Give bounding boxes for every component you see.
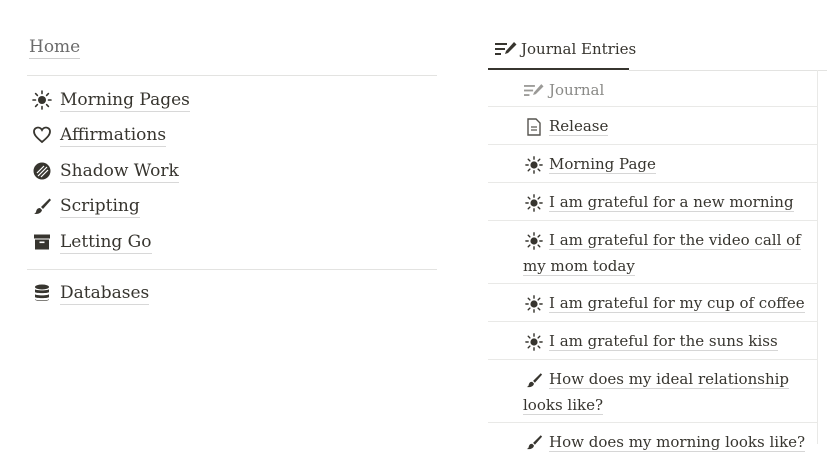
row-title: How does my ideal relationship looks lik… — [523, 370, 790, 415]
column-divider — [817, 70, 818, 444]
nav-item-label: Letting Go — [60, 231, 152, 254]
nav-item-label: Databases — [60, 282, 150, 305]
table-row[interactable]: I am grateful for my cup of coffee — [488, 284, 817, 322]
sun-icon — [523, 331, 545, 353]
table-row[interactable]: I am grateful for a new morning — [488, 183, 817, 221]
row-title: How does my morning looks like? — [549, 433, 806, 452]
tab-label: Journal Entries — [521, 40, 637, 58]
edit-list-icon — [523, 79, 545, 101]
table-row[interactable]: Release — [488, 107, 817, 145]
brush-icon — [30, 194, 54, 218]
column-header-journal[interactable]: Journal — [488, 71, 817, 107]
sun-icon — [523, 293, 545, 315]
nav-item-shadow-work[interactable]: Shadow Work — [30, 156, 179, 186]
brush-icon — [523, 431, 545, 453]
column-header-label: Journal — [549, 81, 605, 99]
archive-icon — [30, 230, 54, 254]
table-row[interactable]: I am grateful for the suns kiss — [488, 322, 817, 360]
divider — [27, 75, 437, 76]
table-row[interactable]: Morning Page — [488, 145, 817, 183]
nav-item-label: Affirmations — [60, 124, 167, 147]
divider — [27, 269, 437, 270]
nav-item-letting-go[interactable]: Letting Go — [30, 227, 152, 257]
moon-shadow-icon — [30, 159, 54, 183]
table-row[interactable]: How does my ideal relationship looks lik… — [488, 360, 817, 423]
row-title: Release — [549, 117, 609, 136]
database-icon — [30, 281, 54, 305]
nav-item-label: Shadow Work — [60, 160, 179, 183]
sun-icon — [30, 88, 54, 112]
nav-item-scripting[interactable]: Scripting — [30, 191, 140, 221]
nav-item-morning-pages[interactable]: Morning Pages — [30, 85, 190, 115]
row-title: I am grateful for the suns kiss — [549, 332, 778, 351]
sun-icon — [523, 192, 545, 214]
sun-icon — [523, 230, 545, 252]
edit-list-icon — [495, 39, 517, 59]
row-title: I am grateful for a new morning — [549, 193, 794, 212]
sun-icon — [523, 154, 545, 176]
row-title: I am grateful for the video call of my m… — [523, 231, 801, 276]
nav-item-affirmations[interactable]: Affirmations — [30, 120, 167, 150]
brush-icon — [523, 369, 545, 391]
row-title: I am grateful for my cup of coffee — [549, 294, 805, 313]
table-row[interactable]: How does my morning looks like? — [488, 423, 817, 452]
table-row[interactable]: I am grateful for the video call of my m… — [488, 221, 817, 284]
nav-item-label: Morning Pages — [60, 89, 190, 112]
nav-item-label: Scripting — [60, 195, 140, 218]
home-link[interactable]: Home — [29, 36, 81, 59]
document-icon — [523, 116, 545, 138]
nav-item-databases[interactable]: Databases — [30, 278, 150, 308]
tab-journal-entries[interactable]: Journal Entries — [488, 30, 636, 70]
row-title: Morning Page — [549, 155, 656, 174]
heart-icon — [30, 123, 54, 147]
journal-database-view: Journal Entries Journal Release Morning … — [488, 0, 827, 452]
